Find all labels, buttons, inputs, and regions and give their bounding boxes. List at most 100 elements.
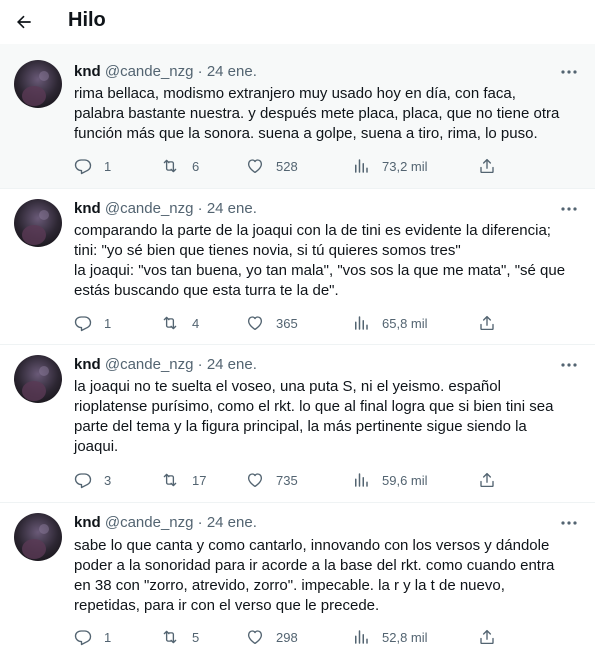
views-count: 59,6 mil bbox=[382, 472, 428, 488]
tweet[interactable]: knd @cande_nzg · 24 ene. sabe lo que can… bbox=[0, 503, 595, 650]
tweet-text-line: tini: "yo sé bien que tienes novia, si t… bbox=[74, 242, 461, 259]
reply-button[interactable]: 3 bbox=[74, 470, 111, 490]
retweet-button[interactable]: 6 bbox=[160, 156, 199, 176]
reply-button[interactable]: 1 bbox=[74, 156, 111, 176]
like-button[interactable]: 528 bbox=[246, 156, 298, 176]
tweet[interactable]: knd @cande_nzg · 24 ene. la joaqui no te… bbox=[0, 345, 595, 502]
avatar[interactable] bbox=[14, 199, 62, 247]
back-button[interactable] bbox=[8, 6, 40, 38]
retweet-button[interactable]: 17 bbox=[160, 470, 206, 490]
tweet-text: comparando la parte de la joaqui con la … bbox=[74, 221, 579, 301]
separator-dot: · bbox=[197, 200, 203, 217]
author-name[interactable]: knd bbox=[74, 514, 101, 531]
avatar[interactable] bbox=[14, 355, 62, 403]
tweet[interactable]: knd @cande_nzg · 24 ene. rima bellaca, m… bbox=[0, 44, 595, 188]
share-button[interactable] bbox=[478, 156, 496, 176]
reply-count: 1 bbox=[104, 629, 112, 645]
heart-icon bbox=[247, 630, 263, 645]
like-count: 735 bbox=[276, 472, 298, 488]
heart-icon bbox=[247, 316, 263, 331]
share-button[interactable] bbox=[478, 470, 496, 490]
tweet-meta: knd @cande_nzg · 24 ene. bbox=[74, 513, 257, 533]
views-button[interactable]: 65,8 mil bbox=[352, 313, 428, 333]
retweet-count: 4 bbox=[192, 315, 200, 331]
views-button[interactable]: 73,2 mil bbox=[352, 156, 428, 176]
tweet-text-line: estás buscando que esta turra te la de". bbox=[74, 282, 339, 299]
tweet-text-line: rioplatense purísimo, como el rkt. lo qu… bbox=[74, 398, 554, 415]
heart-icon bbox=[247, 473, 263, 488]
tweet-text-line: sabe lo que canta y como cantarlo, innov… bbox=[74, 537, 550, 554]
like-button[interactable]: 735 bbox=[246, 470, 298, 490]
tweet-text-line: la joaqui: "vos tan buena, yo tan mala",… bbox=[74, 262, 566, 279]
author-handle[interactable]: @cande_nzg bbox=[105, 200, 194, 217]
more-horizontal-icon bbox=[561, 207, 577, 211]
views-chart-icon bbox=[355, 630, 368, 644]
tweet-text-line: en 38 con "zorro, atrevido, zorro". impe… bbox=[74, 577, 505, 594]
share-button[interactable] bbox=[478, 313, 496, 333]
tweet-date[interactable]: 24 ene. bbox=[207, 63, 257, 80]
reply-count: 1 bbox=[104, 315, 112, 331]
author-handle[interactable]: @cande_nzg bbox=[105, 63, 194, 80]
reply-icon bbox=[74, 630, 92, 646]
views-button[interactable]: 59,6 mil bbox=[352, 470, 428, 490]
retweet-icon bbox=[163, 316, 177, 330]
more-options-button[interactable] bbox=[558, 355, 580, 375]
tweet-actions: 1 5 298 52,8 mil bbox=[74, 627, 504, 647]
more-options-button[interactable] bbox=[558, 199, 580, 219]
reply-button[interactable]: 1 bbox=[74, 313, 111, 333]
separator-dot: · bbox=[197, 63, 203, 80]
tweet-date[interactable]: 24 ene. bbox=[207, 514, 257, 531]
author-name[interactable]: knd bbox=[74, 356, 101, 373]
like-count: 365 bbox=[276, 315, 298, 331]
reply-count: 1 bbox=[104, 158, 112, 174]
share-icon bbox=[480, 158, 494, 174]
views-chart-icon bbox=[355, 159, 368, 173]
reply-count: 3 bbox=[104, 472, 112, 488]
arrow-left-icon bbox=[17, 15, 31, 29]
tweet[interactable]: knd @cande_nzg · 24 ene. comparando la p… bbox=[0, 189, 595, 344]
more-options-button[interactable] bbox=[558, 62, 580, 82]
tweet-actions: 1 6 528 73,2 mil bbox=[74, 156, 504, 176]
author-name[interactable]: knd bbox=[74, 200, 101, 217]
views-button[interactable]: 52,8 mil bbox=[352, 627, 428, 647]
tweet-meta: knd @cande_nzg · 24 ene. bbox=[74, 355, 257, 375]
thread-header: Hilo bbox=[0, 0, 595, 44]
separator-dot: · bbox=[197, 356, 203, 373]
heart-icon bbox=[247, 159, 263, 174]
tweet-text-line: la joaqui no te suelta el voseo, una put… bbox=[74, 378, 501, 395]
author-handle[interactable]: @cande_nzg bbox=[105, 514, 194, 531]
retweet-button[interactable]: 4 bbox=[160, 313, 199, 333]
tweet-meta: knd @cande_nzg · 24 ene. bbox=[74, 62, 257, 82]
reply-button[interactable]: 1 bbox=[74, 627, 111, 647]
share-icon bbox=[480, 315, 494, 331]
tweet-text: rima bellaca, modismo extranjero muy usa… bbox=[74, 84, 579, 144]
tweet-meta: knd @cande_nzg · 24 ene. bbox=[74, 199, 257, 219]
retweet-icon bbox=[163, 630, 177, 644]
tweet-date[interactable]: 24 ene. bbox=[207, 356, 257, 373]
avatar[interactable] bbox=[14, 60, 62, 108]
reply-icon bbox=[74, 316, 92, 332]
views-chart-icon bbox=[355, 316, 368, 330]
tweet-text-line: poder a la sonoridad para ir acorde a la… bbox=[74, 557, 555, 574]
tweet-text: la joaqui no te suelta el voseo, una put… bbox=[74, 377, 579, 457]
share-button[interactable] bbox=[478, 627, 496, 647]
tweet-text-line: repetidas, para ir con el verso que le p… bbox=[74, 597, 380, 614]
retweet-button[interactable]: 5 bbox=[160, 627, 199, 647]
retweet-count: 6 bbox=[192, 158, 200, 174]
like-button[interactable]: 298 bbox=[246, 627, 298, 647]
reply-icon bbox=[74, 159, 92, 175]
retweet-count: 17 bbox=[192, 472, 207, 488]
share-icon bbox=[480, 472, 494, 488]
avatar[interactable] bbox=[14, 513, 62, 561]
tweet-text-line: palabra bastante nuestra. y después mete… bbox=[74, 105, 560, 122]
retweet-icon bbox=[163, 473, 177, 487]
like-count: 298 bbox=[276, 629, 298, 645]
views-count: 73,2 mil bbox=[382, 158, 428, 174]
tweet-date[interactable]: 24 ene. bbox=[207, 200, 257, 217]
tweet-text-line: comparando la parte de la joaqui con la … bbox=[74, 222, 551, 239]
tweet-text: sabe lo que canta y como cantarlo, innov… bbox=[74, 536, 579, 616]
more-options-button[interactable] bbox=[558, 513, 580, 533]
like-button[interactable]: 365 bbox=[246, 313, 298, 333]
author-name[interactable]: knd bbox=[74, 63, 101, 80]
author-handle[interactable]: @cande_nzg bbox=[105, 356, 194, 373]
